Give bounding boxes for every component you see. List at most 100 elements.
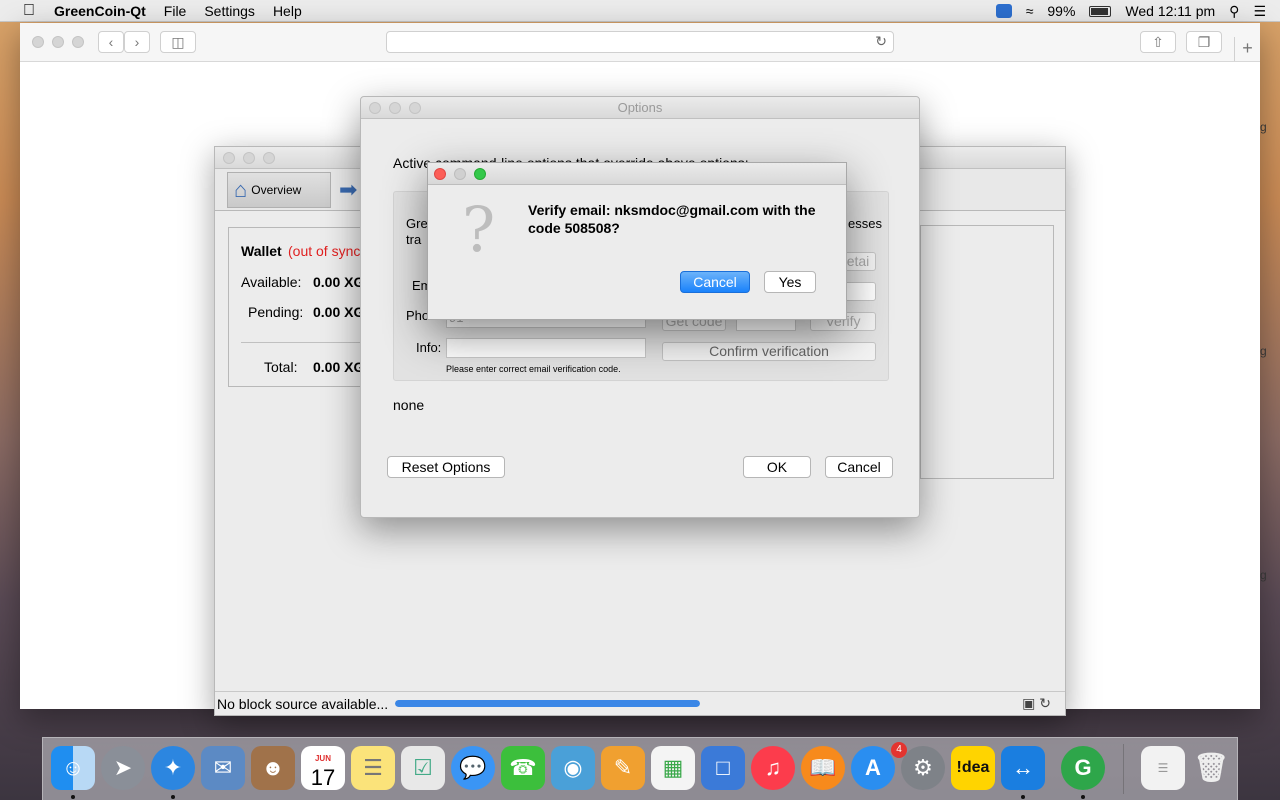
greencoin-icon[interactable]: G — [1061, 746, 1105, 790]
status-bar: No block source available... ▣ ↻ — [215, 691, 1065, 715]
safari-icon[interactable]: ✦ — [151, 746, 195, 790]
sync-progress-bar — [395, 700, 700, 707]
launchpad-icon[interactable]: ➤ — [101, 746, 145, 790]
pending-label: Pending: — [248, 304, 304, 320]
menu-help[interactable]: Help — [273, 3, 302, 19]
verify-email-alert: ? Verify email: nksmdoc@gmail.com with t… — [427, 162, 847, 320]
browser-minimize-button[interactable] — [52, 36, 64, 48]
alert-close-button[interactable] — [434, 168, 446, 180]
teamviewer-status-icon[interactable] — [995, 4, 1012, 18]
alert-zoom-button[interactable] — [474, 168, 486, 180]
status-text: No block source available... — [217, 696, 389, 712]
peek-text: g — [1260, 568, 1267, 582]
info-field[interactable] — [446, 338, 646, 358]
reminders-icon[interactable]: ☑ — [401, 746, 445, 790]
options-zoom-button[interactable] — [409, 102, 421, 114]
system-preferences-icon[interactable]: ⚙ — [901, 746, 945, 790]
home-icon: ⌂ — [234, 177, 248, 202]
ibooks-icon[interactable]: 📖 — [801, 746, 845, 790]
ok-button[interactable]: OK — [743, 456, 811, 478]
running-indicator — [1081, 795, 1085, 799]
forward-button[interactable]: › — [124, 31, 150, 53]
share-icon[interactable]: ⇧ — [1140, 31, 1176, 53]
facetime-icon[interactable]: ☎ — [501, 746, 545, 790]
tra-text: tra — [406, 232, 422, 247]
gc-close-button[interactable] — [223, 152, 235, 164]
available-label: Available: — [241, 274, 302, 290]
pending-value: 0.00 XG — [313, 304, 365, 320]
apple-icon[interactable]:  — [20, 2, 38, 20]
idea-app-icon[interactable]: !dea — [951, 746, 995, 790]
gc-minimize-button[interactable] — [243, 152, 255, 164]
battery-icon[interactable] — [1089, 5, 1112, 17]
wallet-label: Wallet — [241, 243, 282, 259]
alert-minimize-button — [454, 168, 466, 180]
dock-separator — [1123, 744, 1124, 794]
spotlight-icon[interactable]: ⚲ — [1229, 3, 1239, 20]
options-close-button[interactable] — [369, 102, 381, 114]
menu-app-name[interactable]: GreenCoin-Qt — [54, 3, 146, 19]
esses-text: esses — [848, 216, 882, 231]
teamviewer-icon[interactable]: ↔ — [1001, 746, 1045, 790]
cancel-button[interactable]: Cancel — [825, 456, 893, 478]
finder-icon[interactable]: ☺ — [51, 746, 95, 790]
confirm-verification-button[interactable]: Confirm verification — [662, 342, 876, 361]
reset-options-button[interactable]: Reset Options — [387, 456, 505, 478]
trash-icon[interactable]: 🗑 — [1189, 746, 1233, 790]
browser-close-button[interactable] — [32, 36, 44, 48]
question-mark-icon: ? — [462, 193, 496, 266]
alert-message: Verify email: nksmdoc@gmail.com with the… — [528, 202, 816, 236]
reload-icon[interactable]: ↻ — [875, 33, 887, 50]
pages-icon[interactable]: ✎ — [601, 746, 645, 790]
calendar-icon[interactable]: JUN 17 — [301, 746, 345, 790]
keynote-icon[interactable]: □ — [701, 746, 745, 790]
dock: ☺ ➤ ✦ ✉ ☻ JUN 17 ☰ ☑ 💬 ☎ ◉ ✎ ▦ □ ♫ 📖 A 4… — [42, 737, 1238, 800]
photo-booth-icon[interactable]: ◉ — [551, 746, 595, 790]
messages-icon[interactable]: 💬 — [451, 746, 495, 790]
address-bar[interactable]: ↻ — [386, 31, 894, 53]
mail-icon[interactable]: ✉ — [201, 746, 245, 790]
clock[interactable]: Wed 12:11 pm — [1125, 3, 1215, 19]
sidebar-toggle-icon[interactable]: ◫ — [160, 31, 196, 53]
peek-text: g — [1260, 120, 1267, 134]
contacts-icon[interactable]: ☻ — [251, 746, 295, 790]
back-button[interactable]: ‹ — [98, 31, 124, 53]
options-titlebar: Options — [361, 97, 919, 119]
total-label: Total: — [264, 359, 298, 375]
options-minimize-button[interactable] — [389, 102, 401, 114]
browser-toolbar: ‹ › ◫ ↻ ⇧ ❐ + — [20, 23, 1260, 62]
running-indicator — [71, 795, 75, 799]
sync-status: (out of sync — [288, 243, 361, 259]
none-text: none — [393, 397, 425, 413]
wifi-icon[interactable]: ≈ — [1026, 3, 1034, 19]
alert-titlebar — [428, 163, 846, 185]
alert-yes-button[interactable]: Yes — [764, 271, 816, 293]
alert-cancel-button[interactable]: Cancel — [680, 271, 750, 293]
transactions-panel — [920, 225, 1054, 479]
hint-text: Please enter correct email verification … — [446, 364, 621, 374]
notification-center-icon[interactable]: ☰ — [1253, 3, 1266, 20]
menu-settings[interactable]: Settings — [204, 3, 255, 19]
phone-label: Pho — [406, 308, 430, 323]
running-indicator — [1021, 795, 1025, 799]
network-sync-icon: ▣ ↻ — [1022, 695, 1051, 711]
app-store-icon[interactable]: A — [851, 746, 895, 790]
tab-overview[interactable]: ⌂ Overview — [227, 172, 331, 208]
document-icon[interactable]: ☰ — [1141, 746, 1185, 790]
battery-percent: 99% — [1047, 3, 1076, 19]
numbers-icon[interactable]: ▦ — [651, 746, 695, 790]
tabs-overview-icon[interactable]: ❐ — [1186, 31, 1222, 53]
gc-zoom-button[interactable] — [263, 152, 275, 164]
itunes-icon[interactable]: ♫ — [751, 746, 795, 790]
menu-file[interactable]: File — [164, 3, 187, 19]
peek-text: g — [1260, 344, 1267, 358]
calendar-month: JUN — [314, 754, 331, 763]
sync-progress-fill — [395, 700, 700, 707]
browser-zoom-button[interactable] — [72, 36, 84, 48]
gre-text: Gre — [406, 216, 428, 231]
new-tab-button[interactable]: + — [1234, 37, 1260, 61]
running-indicator — [171, 795, 175, 799]
notes-icon[interactable]: ☰ — [351, 746, 395, 790]
send-arrow-icon[interactable]: ➡ — [339, 177, 357, 203]
menu-bar:  GreenCoin-Qt File Settings Help ≈ 99% … — [0, 0, 1280, 22]
